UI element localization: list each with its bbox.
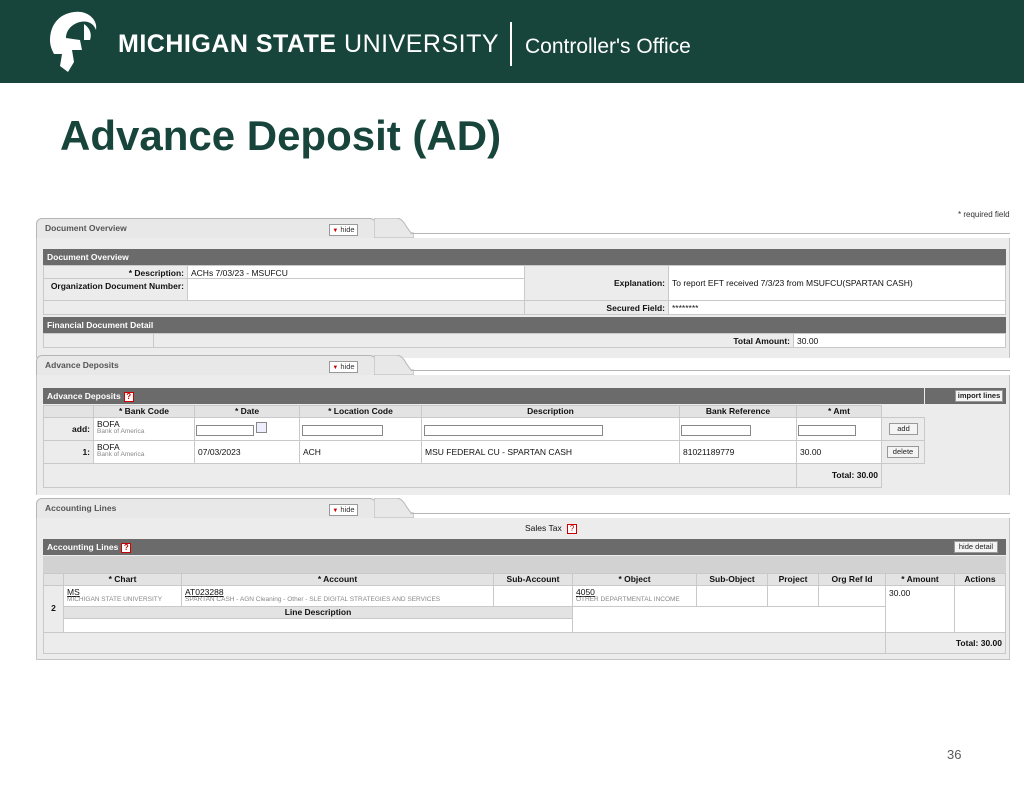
acct-sub-account bbox=[493, 585, 573, 607]
total-amount-label: Total Amount: bbox=[153, 333, 794, 348]
accounting-help-icon[interactable]: ? bbox=[121, 542, 132, 553]
row-amount: 30.00 bbox=[796, 440, 882, 464]
add-button[interactable]: add bbox=[889, 423, 918, 435]
advance-deposits-total: Total: 30.00 bbox=[796, 463, 882, 488]
accounting-lines-header: Accounting Lines? bbox=[43, 539, 1006, 555]
tab-document-overview: Document Overview ▼ hide bbox=[36, 218, 1010, 238]
hide-accounting-lines-button[interactable]: ▼ hide bbox=[329, 504, 358, 516]
hide-advance-deposits-button[interactable]: ▼ hide bbox=[329, 361, 358, 373]
banner-divider bbox=[510, 22, 512, 66]
document-overview-header: Document Overview bbox=[43, 249, 1006, 265]
add-date-input[interactable] bbox=[196, 425, 254, 436]
help-icon[interactable]: ? bbox=[123, 391, 134, 402]
accounting-lines-total: Total: 30.00 bbox=[885, 632, 1006, 654]
row-date: 07/03/2023 bbox=[194, 440, 300, 464]
accounting-lines-section: Sales Tax ? Accounting Lines? hide detai… bbox=[36, 518, 1010, 660]
acct-object: 4050 OTHER DEPARTMENTAL INCOME bbox=[572, 585, 697, 607]
calendar-icon[interactable] bbox=[256, 422, 267, 433]
description-field[interactable]: ACHs 7/03/23 - MSUFCU bbox=[187, 265, 525, 279]
add-location-input[interactable] bbox=[302, 425, 383, 436]
acct-amount: 30.00 bbox=[885, 585, 955, 633]
add-description-input[interactable] bbox=[424, 425, 603, 436]
row-description: MSU FEDERAL CU - SPARTAN CASH bbox=[421, 440, 680, 464]
slide-title: Advance Deposit (AD) bbox=[60, 112, 502, 159]
row-number: 1: bbox=[43, 440, 94, 464]
sales-tax-help-icon[interactable]: ? bbox=[567, 523, 578, 534]
add-row-label: add: bbox=[43, 417, 94, 441]
org-doc-number-field[interactable] bbox=[187, 278, 525, 301]
page-number: 36 bbox=[947, 747, 962, 762]
acct-org-ref-id bbox=[818, 585, 886, 607]
msu-banner: MICHIGAN STATE UNIVERSITY Controller's O… bbox=[0, 0, 1024, 83]
university-wordmark: MICHIGAN STATE UNIVERSITY bbox=[118, 30, 500, 58]
tab-advance-deposits: Advance Deposits ▼ hide bbox=[36, 355, 1010, 375]
delete-button[interactable]: delete bbox=[887, 446, 919, 458]
row-bank-reference: 81021189779 bbox=[679, 440, 797, 464]
acct-sub-object bbox=[696, 585, 768, 607]
acct-account: AT023288 SPARTAN CASH - AGN Cleaning - Ot… bbox=[181, 585, 494, 607]
financial-detail-header: Financial Document Detail bbox=[43, 317, 1006, 333]
total-amount-value: 30.00 bbox=[793, 333, 1006, 348]
line-description-field[interactable] bbox=[63, 618, 573, 633]
sales-tax-label: Sales Tax ? bbox=[525, 523, 578, 534]
secured-field-label: Secured Field: bbox=[524, 300, 669, 315]
add-bank-code: BOFA Bank of America bbox=[93, 417, 195, 441]
row-bank-code: BOFA Bank of America bbox=[93, 440, 195, 464]
add-bank-reference-input[interactable] bbox=[681, 425, 751, 436]
office-name: Controller's Office bbox=[525, 35, 691, 58]
acct-project bbox=[767, 585, 819, 607]
kfs-document: Document Overview ▼ hide Document Overvi… bbox=[36, 218, 1010, 660]
explanation-field[interactable]: To report EFT received 7/3/23 from MSUFC… bbox=[668, 265, 1006, 301]
advance-deposits-header: Advance Deposits? bbox=[43, 388, 924, 404]
acct-row-number: 2 bbox=[43, 585, 64, 633]
add-amount-input[interactable] bbox=[798, 425, 856, 436]
import-lines-button[interactable]: import lines bbox=[955, 390, 1003, 402]
org-doc-number-label: Organization Document Number: bbox=[43, 278, 188, 301]
row-location: ACH bbox=[299, 440, 422, 464]
explanation-label: Explanation: bbox=[524, 265, 669, 301]
tab-accounting-lines: Accounting Lines ▼ hide bbox=[36, 498, 1010, 518]
advance-deposits-section: Advance Deposits? import lines * Bank Co… bbox=[36, 375, 1010, 495]
hide-document-overview-button[interactable]: ▼ hide bbox=[329, 224, 358, 236]
acct-actions bbox=[954, 585, 1006, 633]
acct-chart: MS MICHIGAN STATE UNIVERSITY bbox=[63, 585, 182, 607]
spartan-helmet-icon bbox=[50, 11, 97, 72]
secured-field-value: ******** bbox=[668, 300, 1006, 315]
hide-detail-button[interactable]: hide detail bbox=[954, 541, 998, 553]
description-label: * Description: bbox=[43, 265, 188, 279]
document-overview-section: Document Overview * Description: ACHs 7/… bbox=[36, 238, 1010, 358]
